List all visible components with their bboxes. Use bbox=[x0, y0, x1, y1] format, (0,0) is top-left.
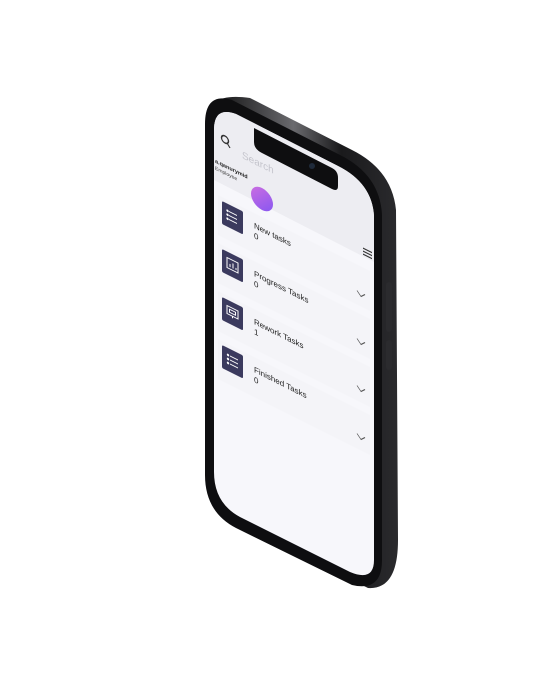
phone-mockup-stage: Search a.qanurymid Employee New tasks 0 bbox=[0, 0, 540, 674]
camera-icon bbox=[309, 163, 315, 169]
side-button bbox=[386, 282, 392, 332]
isometric-phone: Search a.qanurymid Employee New tasks 0 bbox=[205, 96, 398, 589]
side-button bbox=[386, 340, 392, 370]
